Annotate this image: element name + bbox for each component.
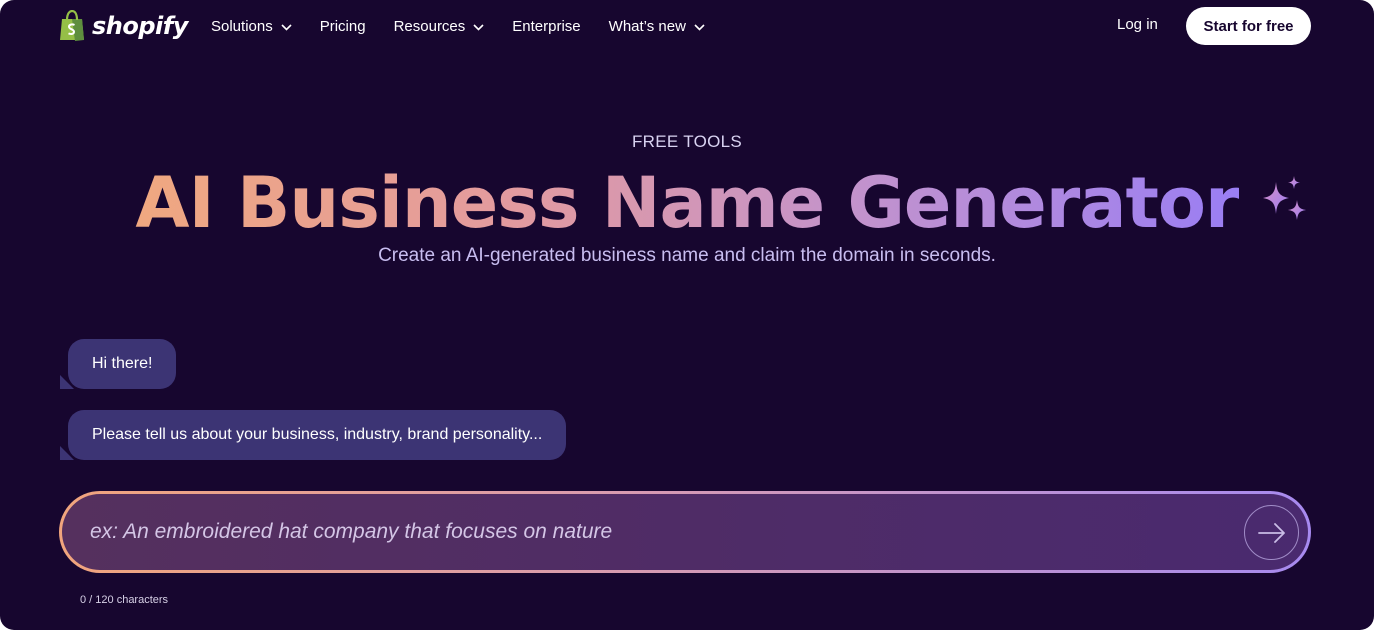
start-for-free-button[interactable]: Start for free xyxy=(1186,7,1311,45)
page-frame: shopify Solutions Pricing Resources Ente… xyxy=(0,0,1374,630)
chat-message-text: Hi there! xyxy=(92,355,153,372)
chat-bubble-prompt: Please tell us about your business, indu… xyxy=(60,410,567,460)
nav-pricing-label: Pricing xyxy=(319,17,366,35)
nav-resources-label: Resources xyxy=(393,17,466,35)
shopping-bag-icon xyxy=(60,10,84,41)
logo-wordmark: shopify xyxy=(92,12,188,40)
character-counter: 0 / 120 characters xyxy=(80,594,169,606)
nav-whats-new[interactable]: What’s new xyxy=(609,16,705,36)
page-title-text: AI Business Name Generator xyxy=(135,162,1239,244)
login-link[interactable]: Log in xyxy=(1117,16,1158,33)
chat-bubble-greeting: Hi there! xyxy=(60,339,177,389)
bubble-tail xyxy=(60,446,74,460)
nav-solutions[interactable]: Solutions xyxy=(211,16,292,36)
bubble-tail xyxy=(60,375,74,389)
chevron-down-icon xyxy=(694,18,705,35)
submit-button[interactable] xyxy=(1244,505,1299,560)
main-nav: Solutions Pricing Resources Enterprise W… xyxy=(211,16,733,36)
nav-solutions-label: Solutions xyxy=(211,17,273,35)
business-description-box-inner xyxy=(62,494,1308,570)
hero-subtitle: Create an AI-generated business name and… xyxy=(378,245,996,266)
eyebrow-label: FREE TOOLS xyxy=(631,132,743,151)
chevron-down-icon xyxy=(473,18,484,35)
nav-resources[interactable]: Resources xyxy=(394,16,485,36)
nav-pricing[interactable]: Pricing xyxy=(320,16,366,36)
arrow-right-icon xyxy=(1257,522,1285,543)
nav-enterprise[interactable]: Enterprise xyxy=(512,16,580,36)
business-description-box xyxy=(59,491,1311,573)
page-title: AI Business Name Generator xyxy=(0,160,1374,246)
nav-enterprise-label: Enterprise xyxy=(512,17,581,35)
nav-whats-new-label: What’s new xyxy=(608,17,686,35)
sparkle-icon xyxy=(1258,174,1312,235)
chat-message-text: Please tell us about your business, indu… xyxy=(92,426,543,443)
shopify-logo[interactable]: shopify xyxy=(58,9,188,43)
business-description-input[interactable] xyxy=(90,494,1210,570)
chevron-down-icon xyxy=(281,18,292,35)
